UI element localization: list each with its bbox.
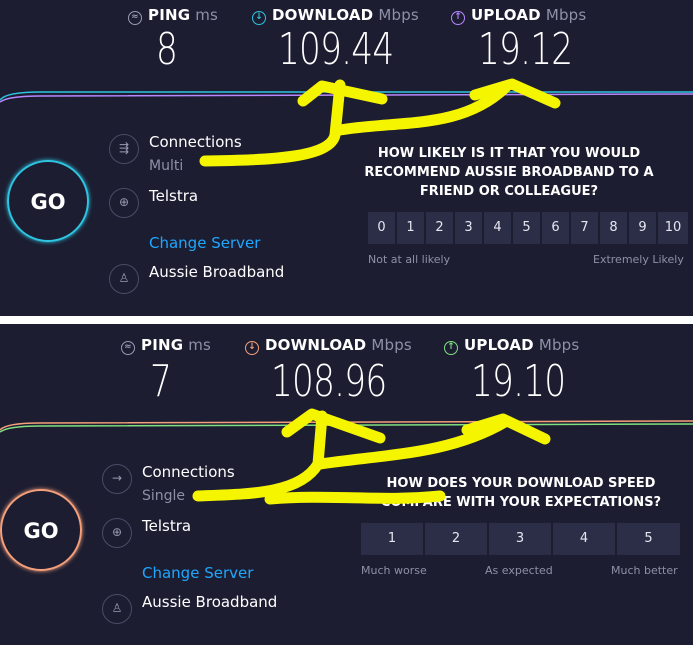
- annotation-stroke: [192, 410, 328, 502]
- speedtest-result-multi: ≈ PING ms ↓ DOWNLOAD Mbps ↑ UPLOAD Mbps 8 109.…: [0, 0, 693, 316]
- annotation-stroke: [264, 490, 446, 505]
- annotation-stroke: [281, 408, 386, 444]
- speedtest-result-single: ≈ PING ms ↓ DOWNLOAD Mbps ↑ UPLOAD Mbps 7 108.…: [0, 324, 693, 645]
- highlight-annotation: [192, 408, 551, 505]
- highlight-annotation: [199, 78, 561, 167]
- annotation-stroke: [199, 79, 346, 167]
